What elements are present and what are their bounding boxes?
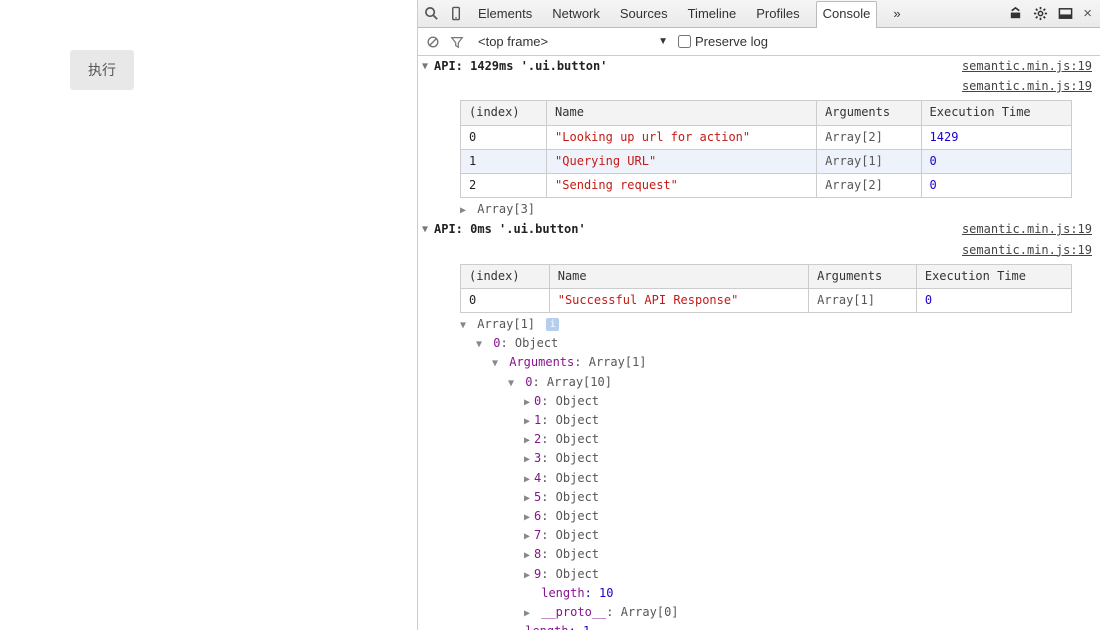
disclosure-triangle-icon[interactable]: ▼: [508, 376, 518, 392]
device-icon[interactable]: [449, 6, 464, 21]
console-table: (index) Name Arguments Execution Time 0 …: [460, 264, 1072, 313]
source-link[interactable]: semantic.min.js:19: [962, 57, 1092, 76]
drawer-toggle-icon[interactable]: [1008, 6, 1023, 21]
table-row: 0 "Looking up url for action" Array[2] 1…: [461, 125, 1072, 149]
tree-node[interactable]: ▶ __proto__: Array[0]: [460, 603, 1100, 622]
th-index: (index): [461, 264, 550, 288]
preserve-log[interactable]: Preserve log: [678, 34, 768, 49]
log-group-summary[interactable]: ▼ API: 0ms '.ui.button' semantic.min.js:…: [418, 219, 1100, 240]
disclosure-triangle-icon[interactable]: ▶: [524, 472, 534, 488]
tab-network[interactable]: Network: [548, 1, 604, 27]
log-summary-text: API: 0ms '.ui.button': [434, 220, 586, 239]
tree-node[interactable]: ▶6: Object: [460, 507, 1100, 526]
info-icon[interactable]: i: [546, 318, 559, 331]
tab-sources[interactable]: Sources: [616, 1, 672, 27]
run-button[interactable]: 执行: [70, 50, 134, 90]
clear-console-icon[interactable]: [426, 35, 440, 49]
devtools-tabs: Elements Network Sources Timeline Profil…: [474, 0, 905, 27]
tab-console[interactable]: Console: [816, 1, 878, 28]
close-icon[interactable]: ×: [1083, 6, 1092, 21]
caret-down-icon: ▼: [658, 36, 668, 47]
th-time: Execution Time: [916, 264, 1071, 288]
frame-label: <top frame>: [478, 34, 548, 49]
tree-node[interactable]: ▶3: Object: [460, 449, 1100, 468]
disclosure-triangle-icon[interactable]: ▶: [524, 529, 534, 545]
tree-node[interactable]: ▶7: Object: [460, 526, 1100, 545]
disclosure-triangle-icon[interactable]: ▶: [524, 395, 534, 411]
table-row: 2 "Sending request" Array[2] 0: [461, 173, 1072, 197]
devtools-panel: Elements Network Sources Timeline Profil…: [417, 0, 1100, 630]
disclosure-triangle-icon[interactable]: ▼: [492, 356, 502, 372]
tab-elements[interactable]: Elements: [474, 1, 536, 27]
disclosure-triangle-icon[interactable]: ▶: [524, 568, 534, 584]
search-icon[interactable]: [424, 6, 439, 21]
object-tree: ▼ Array[1] i ▼ 0: Object ▼ Arguments: Ar…: [460, 315, 1100, 630]
tree-node[interactable]: ▼ 0: Object: [460, 334, 1100, 353]
devtools-toolbar: Elements Network Sources Timeline Profil…: [418, 0, 1100, 28]
tree-node[interactable]: ▶2: Object: [460, 430, 1100, 449]
source-link[interactable]: semantic.min.js:19: [962, 241, 1092, 260]
disclosure-triangle-icon[interactable]: ▶: [524, 548, 534, 564]
disclosure-triangle-icon[interactable]: ▶: [524, 414, 534, 430]
th-index: (index): [461, 101, 547, 125]
disclosure-triangle-icon[interactable]: ▶: [524, 452, 534, 468]
disclosure-triangle-icon[interactable]: ▶: [524, 491, 534, 507]
dock-icon[interactable]: [1058, 6, 1073, 21]
preserve-log-label: Preserve log: [695, 34, 768, 49]
filter-icon[interactable]: [450, 35, 464, 49]
tab-timeline[interactable]: Timeline: [684, 1, 741, 27]
th-name: Name: [547, 101, 817, 125]
th-args: Arguments: [809, 264, 917, 288]
console-table: (index) Name Arguments Execution Time 0 …: [460, 100, 1072, 198]
th-name: Name: [549, 264, 808, 288]
disclosure-triangle-icon[interactable]: ▼: [460, 318, 470, 334]
table-row: 0 "Successful API Response" Array[1] 0: [461, 288, 1072, 312]
frame-selector[interactable]: <top frame> ▼: [478, 34, 668, 49]
tree-node[interactable]: ▶5: Object: [460, 488, 1100, 507]
disclosure-triangle-icon[interactable]: ▶: [460, 203, 470, 219]
tree-node[interactable]: ▶8: Object: [460, 545, 1100, 564]
tree-node[interactable]: ▼ Arguments: Array[1]: [460, 353, 1100, 372]
disclosure-triangle-icon[interactable]: ▶: [524, 606, 534, 622]
tree-node[interactable]: ▼ Array[1] i: [460, 315, 1100, 334]
th-args: Arguments: [817, 101, 921, 125]
source-link[interactable]: semantic.min.js:19: [962, 77, 1092, 96]
disclosure-triangle-icon[interactable]: ▼: [422, 222, 434, 238]
tree-node[interactable]: ▶1: Object: [460, 411, 1100, 430]
tree-node[interactable]: ▶4: Object: [460, 469, 1100, 488]
page-left-pane: 执行: [0, 0, 417, 630]
tree-leaf: length: 1: [460, 622, 1100, 630]
disclosure-triangle-icon[interactable]: ▶: [524, 510, 534, 526]
tree-node[interactable]: ▶0: Object: [460, 392, 1100, 411]
table-row: 1 "Querying URL" Array[1] 0: [461, 149, 1072, 173]
disclosure-triangle-icon[interactable]: ▶: [524, 433, 534, 449]
tree-node[interactable]: ▼ 0: Array[10]: [460, 373, 1100, 392]
th-time: Execution Time: [921, 101, 1071, 125]
console-subbar: <top frame> ▼ Preserve log: [418, 28, 1100, 56]
tree-leaf: length: 10: [460, 584, 1100, 603]
tabs-overflow[interactable]: »: [889, 1, 904, 27]
disclosure-triangle-icon[interactable]: ▼: [422, 59, 434, 75]
log-summary-text: API: 1429ms '.ui.button': [434, 57, 607, 76]
tree-node[interactable]: ▶ Array[3]: [460, 200, 1100, 219]
source-link[interactable]: semantic.min.js:19: [962, 220, 1092, 239]
gear-icon[interactable]: [1033, 6, 1048, 21]
console-output[interactable]: ▼ API: 1429ms '.ui.button' semantic.min.…: [418, 56, 1100, 630]
preserve-log-checkbox[interactable]: [678, 35, 691, 48]
disclosure-triangle-icon[interactable]: ▼: [476, 337, 486, 353]
log-group-summary[interactable]: ▼ API: 1429ms '.ui.button' semantic.min.…: [418, 56, 1100, 77]
tree-node[interactable]: ▶9: Object: [460, 565, 1100, 584]
tab-profiles[interactable]: Profiles: [752, 1, 803, 27]
